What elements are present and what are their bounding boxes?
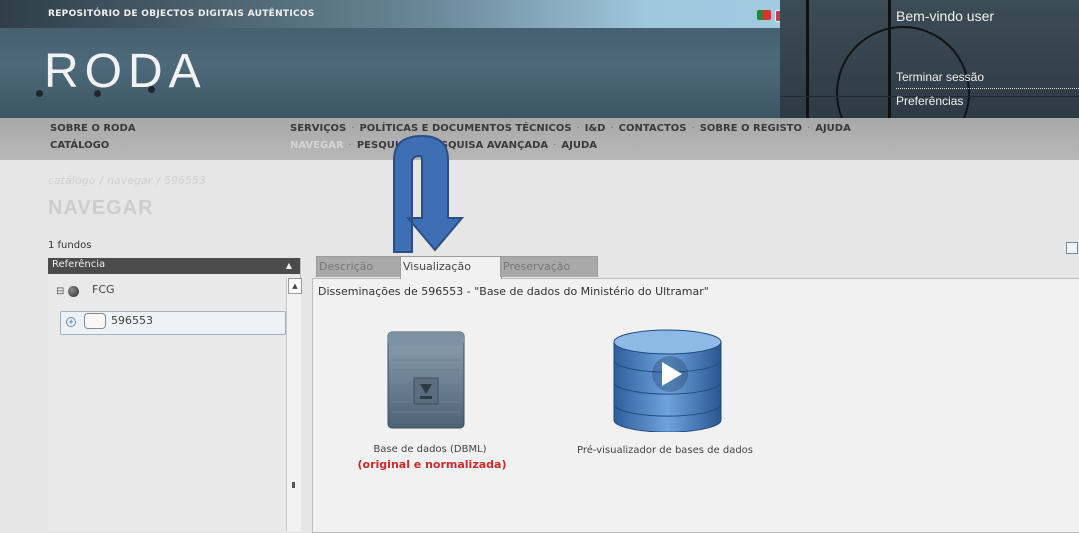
database-preview-icon[interactable]	[610, 326, 725, 432]
tree-column-header[interactable]: Referência ▲	[48, 258, 300, 274]
breadcrumb: catálogo / navegar/596553	[48, 174, 206, 187]
scroll-thumb[interactable]	[292, 482, 295, 488]
header-divider	[896, 88, 1079, 89]
breadcrumb-separator: /	[156, 174, 161, 187]
breadcrumb-catalog[interactable]: catálogo	[48, 174, 95, 187]
nav-separator: ·	[691, 123, 695, 134]
roda-logo[interactable]: RODA	[44, 44, 207, 99]
dbml-label[interactable]: Base de dados (DBML)	[350, 444, 510, 455]
nav-separator: ·	[576, 123, 580, 134]
page-title: NAVEGAR	[48, 197, 154, 219]
annotation-arrow	[393, 134, 465, 253]
archive-box-icon[interactable]	[386, 330, 466, 430]
nav-separator: ·	[807, 123, 811, 134]
nav-about-roda[interactable]: SOBRE O RODA	[50, 123, 136, 134]
nav-ajuda-catalog[interactable]: AJUDA	[561, 140, 597, 151]
repository-tagline: REPOSITÓRIO DE OBJECTOS DIGITAIS AUTÊNTI…	[48, 9, 315, 19]
nav-catalog[interactable]: CATÁLOGO	[50, 140, 109, 151]
welcome-text: Bem-vindo user	[896, 8, 995, 24]
tree-item-label[interactable]: 596553	[111, 314, 153, 327]
nav-navegar[interactable]: NAVEGAR	[290, 140, 344, 151]
disseminations-heading: Disseminações de 596553 - "Base de dados…	[318, 285, 709, 298]
header-line-graphic	[888, 0, 891, 118]
breadcrumb-navegar[interactable]: navegar	[107, 174, 152, 187]
logo-dot	[148, 86, 155, 93]
main-navigation: SOBRE O RODA CATÁLOGO SERVIÇOS · POLÍTICAS…	[0, 118, 1079, 160]
nav-contactos[interactable]: CONTACTOS	[619, 123, 687, 134]
logout-link[interactable]: Terminar sessão	[896, 70, 984, 84]
logo-dot	[94, 90, 101, 97]
breadcrumb-current: 596553	[164, 174, 207, 187]
fonds-icon	[68, 286, 79, 297]
nav-sobre-registo[interactable]: SOBRE O REGISTO	[700, 123, 802, 134]
tab-preservacao[interactable]: Preservação	[500, 256, 598, 277]
window-icon[interactable]	[1066, 242, 1078, 254]
nav-id[interactable]: I&D	[585, 123, 606, 134]
nav-separator: ·	[553, 140, 557, 151]
nav-row-about: SERVIÇOS · POLÍTICAS E DOCUMENTOS TÉCNICOS…	[290, 123, 851, 134]
dbml-note: (original e normalizada)	[357, 458, 507, 471]
nav-separator: ·	[348, 140, 352, 151]
header-line-graphic	[806, 0, 809, 118]
preview-label[interactable]: Pré-visualizador de bases de dados	[560, 444, 770, 457]
nav-separator: ·	[610, 123, 614, 134]
expand-icon[interactable]: +	[66, 317, 76, 327]
logo-dot	[36, 90, 43, 97]
collapse-icon[interactable]: ⊟	[56, 286, 64, 297]
nav-ajuda[interactable]: AJUDA	[815, 123, 851, 134]
tree-column-label: Referência	[52, 259, 106, 270]
preferences-link[interactable]: Preferências	[896, 94, 963, 108]
tree-scrollbar[interactable]: ▲	[286, 278, 302, 531]
tab-visualizacao[interactable]: Visualização	[400, 256, 502, 279]
nav-servicos[interactable]: SERVIÇOS	[290, 123, 346, 134]
flag-pt-icon[interactable]	[757, 10, 771, 20]
folder-icon	[84, 313, 106, 329]
breadcrumb-separator: /	[99, 174, 104, 187]
tree-panel	[48, 258, 301, 531]
tab-descricao[interactable]: Descrição	[316, 256, 402, 277]
nav-separator: ·	[351, 123, 355, 134]
fonds-count: 1 fundos	[48, 240, 92, 251]
sort-arrow-icon[interactable]: ▲	[286, 261, 292, 270]
tree-item-root[interactable]: FCG	[92, 283, 115, 296]
scroll-up-icon[interactable]: ▲	[288, 278, 302, 294]
site-header: REPOSITÓRIO DE OBJECTOS DIGITAIS AUTÊNTI…	[0, 0, 1079, 118]
